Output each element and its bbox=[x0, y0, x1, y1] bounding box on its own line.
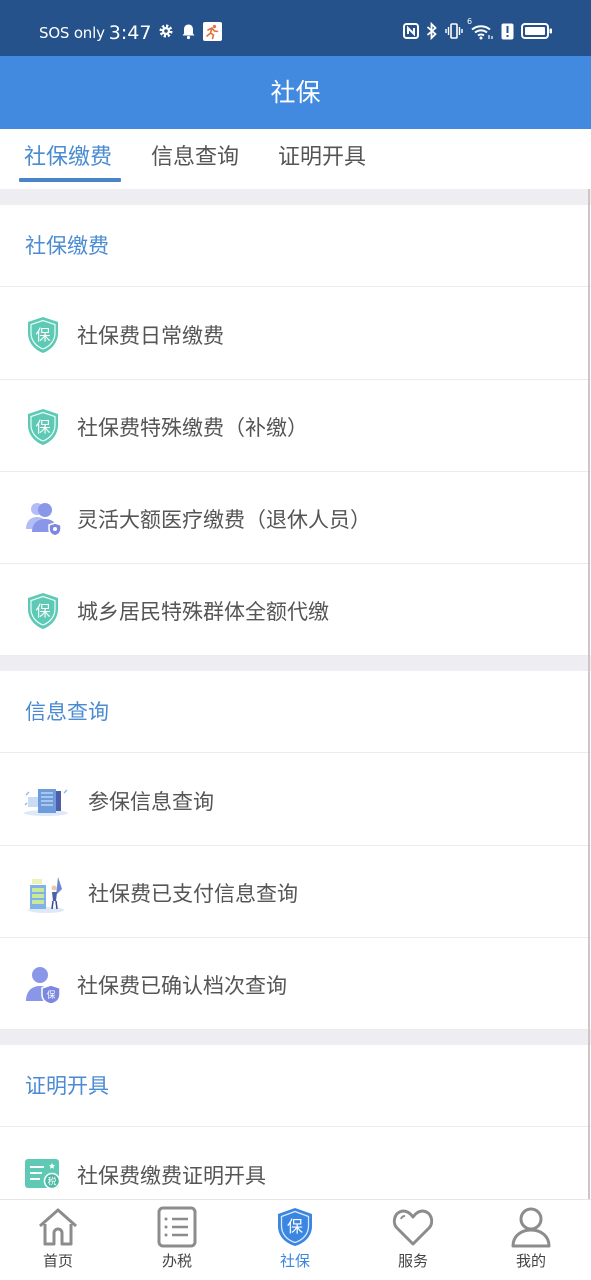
nav-label: 我的 bbox=[515, 1252, 546, 1270]
bao-glyph: 保 bbox=[35, 418, 50, 436]
section-title: 信息查询 bbox=[25, 700, 109, 724]
bao-glyph: 保 bbox=[35, 326, 50, 344]
nfc-icon bbox=[403, 23, 419, 43]
bao-glyph: 保 bbox=[46, 989, 55, 1001]
list-item-special-payment[interactable]: 保 社保费特殊缴费（补缴） bbox=[0, 380, 591, 472]
bottom-nav: 首页 办税 保 社保 服务 我的 bbox=[0, 1199, 591, 1280]
bao-glyph: 保 bbox=[287, 1217, 303, 1236]
nav-label: 办税 bbox=[161, 1252, 192, 1270]
section-divider bbox=[0, 1030, 591, 1045]
scrollbar[interactable] bbox=[588, 189, 590, 1199]
clock: 3:47 bbox=[108, 22, 152, 44]
shield-bao-icon: 保 bbox=[24, 591, 62, 631]
shui-glyph: 税 bbox=[47, 1176, 56, 1188]
item-label: 社保费已确认档次查询 bbox=[77, 974, 287, 998]
nav-services[interactable]: 服务 bbox=[373, 1206, 453, 1278]
item-label: 城乡居民特殊群体全额代缴 bbox=[77, 600, 329, 624]
gear-icon bbox=[158, 23, 174, 43]
wifi-6-icon: 6 bbox=[467, 17, 494, 44]
section-divider bbox=[0, 656, 591, 671]
section-divider bbox=[0, 189, 591, 205]
nav-social-security[interactable]: 保 社保 bbox=[255, 1206, 335, 1278]
section-header-payment: 社保缴费 bbox=[0, 205, 591, 287]
item-label: 参保信息查询 bbox=[88, 790, 214, 814]
user-bao-icon: 保 bbox=[24, 965, 62, 1005]
heart-icon bbox=[392, 1209, 434, 1246]
list-item-confirmed-level[interactable]: 保 社保费已确认档次查询 bbox=[0, 938, 591, 1030]
users-shield-icon bbox=[24, 499, 62, 539]
section-header-certificate: 证明开具 bbox=[0, 1045, 591, 1127]
tab-payment[interactable]: 社保缴费 bbox=[24, 139, 112, 171]
home-icon bbox=[39, 1208, 77, 1246]
list-item-daily-payment[interactable]: 保 社保费日常缴费 bbox=[0, 288, 591, 380]
section-header-info-query: 信息查询 bbox=[0, 671, 591, 753]
list-item-paid-info[interactable]: 社保费已支付信息查询 bbox=[0, 846, 591, 938]
cabinet-illustration-icon bbox=[24, 873, 68, 913]
nav-label: 服务 bbox=[397, 1252, 428, 1270]
active-tab-indicator bbox=[19, 178, 121, 182]
section-title: 证明开具 bbox=[25, 1074, 109, 1098]
wifi-badge: 6 bbox=[467, 17, 473, 26]
shield-bao-icon: 保 bbox=[24, 315, 62, 355]
list-item-urban-rural-group[interactable]: 保 城乡居民特殊群体全额代缴 bbox=[0, 564, 591, 656]
user-icon bbox=[511, 1207, 551, 1248]
vibrate-icon bbox=[445, 22, 463, 44]
carrier-text: SOS only bbox=[39, 24, 105, 42]
bao-glyph: 保 bbox=[35, 602, 50, 620]
list-item-payment-certificate[interactable]: 税 社保费缴费证明开具 bbox=[0, 1128, 591, 1199]
nav-label: 首页 bbox=[42, 1252, 73, 1270]
nav-label: 社保 bbox=[279, 1252, 310, 1270]
shield-bao-icon: 保 bbox=[24, 407, 62, 447]
shield-bao-icon: 保 bbox=[278, 1208, 312, 1246]
document-illustration-icon bbox=[22, 781, 70, 821]
nav-home[interactable]: 首页 bbox=[18, 1206, 98, 1278]
list-icon bbox=[157, 1206, 197, 1248]
battery-icon bbox=[521, 22, 553, 44]
list-item-flexible-medical[interactable]: 灵活大额医疗缴费（退休人员） bbox=[0, 472, 591, 564]
item-label: 社保费缴费证明开具 bbox=[77, 1164, 266, 1188]
bluetooth-icon bbox=[426, 21, 438, 44]
status-left: SOS only 3:47 bbox=[39, 20, 223, 46]
tab-bar: 社保缴费 信息查询 证明开具 bbox=[0, 129, 591, 189]
nav-mine[interactable]: 我的 bbox=[491, 1206, 571, 1278]
page-title: 社保 bbox=[0, 56, 591, 129]
section-title: 社保缴费 bbox=[25, 234, 109, 258]
status-bar: SOS only 3:47 6 bbox=[0, 0, 591, 56]
tab-info-query[interactable]: 信息查询 bbox=[151, 139, 239, 171]
list-item-insurance-info[interactable]: 参保信息查询 bbox=[0, 754, 591, 846]
tax-certificate-icon: 税 bbox=[24, 1158, 62, 1198]
status-right: 6 bbox=[403, 17, 553, 46]
item-label: 社保费特殊缴费（补缴） bbox=[77, 416, 308, 440]
bell-icon bbox=[181, 23, 196, 44]
nav-tax[interactable]: 办税 bbox=[137, 1206, 217, 1278]
alert-icon bbox=[501, 23, 514, 44]
item-label: 社保费已支付信息查询 bbox=[88, 882, 298, 906]
tab-certificate[interactable]: 证明开具 bbox=[278, 139, 366, 171]
item-label: 灵活大额医疗缴费（退休人员） bbox=[77, 508, 371, 532]
running-app-icon bbox=[203, 21, 223, 45]
item-label: 社保费日常缴费 bbox=[77, 324, 224, 348]
